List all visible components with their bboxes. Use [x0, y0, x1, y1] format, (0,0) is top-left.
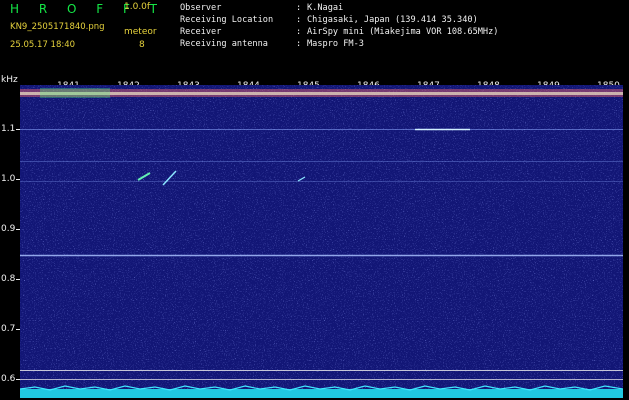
y-tick-label: 1.1: [1, 124, 16, 134]
info-colon: :: [296, 3, 302, 13]
file-name: KN9_2505171840.png: [10, 22, 105, 32]
y-tick-label: 1.0: [1, 174, 16, 184]
info-value-observer: K.Nagai: [307, 3, 344, 13]
frequency-axis: kHz 1.1 1.0 0.9 0.8 0.7 0.6: [0, 75, 20, 400]
y-tick-label: 0.8: [1, 274, 16, 284]
app-version: 1.0.0f: [124, 2, 151, 12]
y-tick-label: 0.6: [1, 374, 16, 384]
info-key-antenna: Receiving antenna: [180, 39, 268, 49]
spectrogram-canvas: [20, 85, 623, 398]
y-axis-unit: kHz: [1, 75, 18, 85]
info-key-location: Receiving Location: [180, 15, 274, 25]
header-panel: H R O F F T 1.0.0f KN9_2505171840.png me…: [0, 0, 629, 75]
info-value-receiver: AirSpy mini (Miakejima VOR 108.65MHz): [307, 27, 499, 37]
meteor-count: 8: [139, 40, 145, 50]
info-key-receiver: Receiver: [180, 27, 222, 37]
spectrogram: [20, 85, 623, 398]
info-value-antenna: Maspro FM-3: [307, 39, 364, 49]
y-tick-label: 0.7: [1, 324, 16, 334]
timestamp: 25.05.17 18:40: [10, 40, 76, 50]
carrier-burst: [40, 88, 110, 98]
info-colon: :: [296, 39, 302, 49]
info-colon: :: [296, 27, 302, 37]
info-value-location: Chigasaki, Japan (139.414 35.340): [307, 15, 478, 25]
info-colon: :: [296, 15, 302, 25]
carrier-line: [20, 92, 623, 95]
y-tick-label: 0.9: [1, 224, 16, 234]
noise-texture: [20, 85, 623, 398]
info-key-observer: Observer: [180, 3, 222, 13]
meteor-label: meteor: [124, 27, 157, 37]
